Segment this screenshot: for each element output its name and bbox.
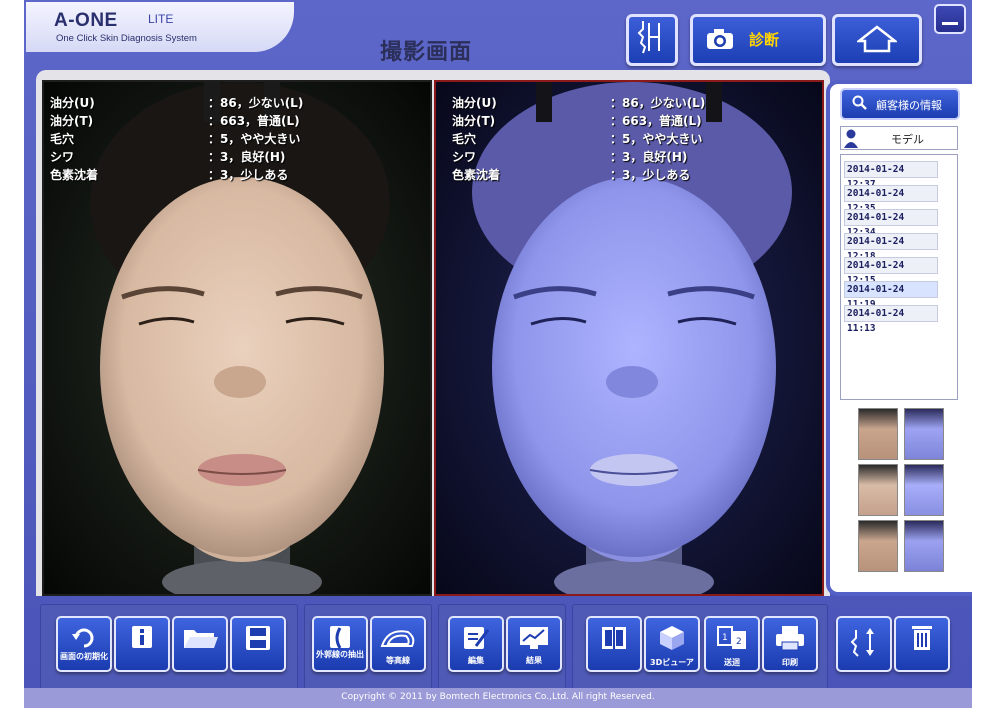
split-view-button[interactable] [586, 616, 642, 672]
metric-name: 油分(U) [50, 96, 95, 110]
contour-extract-button[interactable]: 外郭線の抽出 [312, 616, 368, 672]
metric-name: 色素沈着 [50, 168, 99, 182]
session-date-item[interactable]: 2014-01-24 12:35 [844, 185, 938, 214]
result-button[interactable]: 結果 [506, 616, 562, 672]
metric-value: ：3，少しある [610, 168, 691, 182]
svg-text:1: 1 [722, 633, 728, 643]
info-icon [132, 626, 152, 648]
metric-name: 油分(T) [50, 114, 94, 128]
transmit-label: 送迴 [724, 658, 740, 667]
edit-pencil-icon [464, 627, 490, 649]
metric-name: 油分(T) [452, 114, 496, 128]
session-date-list[interactable]: 2014-01-24 12:37 2014-01-24 12:35 2014-0… [840, 154, 958, 400]
metric-value: ：86，少ない(L) [208, 96, 304, 110]
print-button[interactable]: 印刷 [762, 616, 818, 672]
3d-viewer-label: 3Dビューア [650, 658, 694, 667]
delete-button[interactable] [894, 616, 950, 672]
metric-value: ：3，良好(H) [610, 150, 688, 164]
thumbnail-left-uv[interactable] [904, 408, 944, 460]
contour-extract-label: 外郭線の抽出 [316, 650, 364, 659]
save-button[interactable] [230, 616, 286, 672]
home-button[interactable] [832, 14, 922, 66]
metric-value: ：3，良好(H) [208, 150, 286, 164]
svg-text:2: 2 [736, 637, 742, 647]
metric-name: 毛穴 [50, 132, 75, 146]
metric-name: 色素沈着 [452, 168, 501, 182]
save-disk-icon [246, 626, 270, 650]
diagnose-button[interactable]: 診断 [690, 14, 826, 66]
brand-lite: LITE [148, 12, 174, 26]
thumbnail-front-uv[interactable] [904, 464, 944, 516]
brand-subtitle: One Click Skin Diagnosis System [56, 33, 197, 44]
diagnose-label: 診断 [749, 31, 780, 49]
search-icon [852, 95, 867, 110]
face-align-button[interactable] [836, 616, 892, 672]
metric-value: ：663，普通(L) [610, 114, 702, 128]
metric-name: 毛穴 [452, 132, 477, 146]
chart-monitor-icon [520, 627, 548, 649]
printer-icon [776, 626, 804, 651]
metric-value: ：5，やや大きい [610, 132, 703, 146]
minimize-icon [942, 22, 958, 25]
user-icon [844, 129, 858, 148]
contour-line-label: 等高線 [386, 656, 410, 665]
contour-map-icon [380, 630, 415, 647]
camera-icon [707, 29, 733, 49]
print-label: 印刷 [782, 658, 798, 667]
brand-logo: A-ONE LITE One Click Skin Diagnosis Syst… [26, 2, 294, 52]
copyright-text: Copyright © 2011 by Bomtech Electronics … [341, 692, 655, 702]
transmit-button[interactable]: 1 2 送迴 [704, 616, 760, 672]
metric-value: ：3，少しある [208, 168, 289, 182]
face-profile-icon [330, 626, 350, 649]
edit-label: 編集 [468, 656, 484, 665]
session-date-item[interactable]: 2014-01-24 12:34 [844, 209, 938, 238]
session-date-item[interactable]: 2014-01-24 11:13 [844, 305, 938, 334]
brand-title: A-ONE [54, 10, 118, 31]
session-date-item[interactable]: 2014-01-24 12:18 [844, 233, 938, 262]
session-date-item[interactable]: 2014-01-24 12:15 [844, 257, 938, 286]
result-label: 結果 [526, 656, 542, 665]
customer-side-panel: 顧客様の情報 モデル 2014-01-24 12:37 2014-01-24 1… [826, 80, 972, 596]
cube-icon [660, 626, 684, 650]
customer-info-label: 顧客様の情報 [876, 99, 942, 112]
face-guide-button[interactable] [626, 14, 678, 66]
face-align-icon [850, 628, 874, 657]
open-folder-button[interactable] [172, 616, 228, 672]
session-date-item[interactable]: 2014-01-24 12:37 [844, 161, 938, 190]
thumbnail-front-normal[interactable] [858, 464, 898, 516]
normal-light-photo[interactable]: 油分(U) ：86，少ない(L) 油分(T) ：663，普通(L) 毛穴 ：5，やや大… [42, 80, 432, 596]
customer-info-button[interactable]: 顧客様の情報 [840, 88, 960, 120]
metric-name: 油分(U) [452, 96, 497, 110]
metric-value: ：5，やや大きい [208, 132, 301, 146]
reset-screen-button[interactable]: 画面の初期化 [56, 616, 112, 672]
contour-line-button[interactable]: 等高線 [370, 616, 426, 672]
info-button[interactable] [114, 616, 170, 672]
refresh-icon [72, 628, 94, 648]
thumbnail-right-normal[interactable] [858, 520, 898, 572]
trash-icon [912, 626, 932, 650]
customer-name-field: モデル [840, 126, 958, 150]
split-view-icon [602, 627, 626, 649]
reset-screen-label: 画面の初期化 [60, 652, 108, 661]
metric-name: シワ [452, 150, 477, 164]
thumbnail-left-normal[interactable] [858, 408, 898, 460]
pages-1-2-icon: 1 2 [717, 626, 746, 649]
session-date-item[interactable]: 2014-01-24 11:19 [844, 281, 938, 310]
customer-name: モデル [891, 133, 924, 146]
app-window: A-ONE LITE One Click Skin Diagnosis Syst… [0, 0, 1000, 708]
3d-viewer-button[interactable]: 3Dビューア [644, 616, 700, 672]
face-guide-icon [637, 21, 660, 54]
metric-name: シワ [50, 150, 75, 164]
metric-value: ：86，少ない(L) [610, 96, 706, 110]
page-title: 撮影画面 [380, 40, 473, 65]
thumbnail-right-uv[interactable] [904, 520, 944, 572]
uv-light-photo[interactable]: 油分(U) ：86，少ない(L) 油分(T) ：663，普通(L) 毛穴 ：5，やや大… [434, 80, 824, 596]
metric-value: ：663，普通(L) [208, 114, 300, 128]
edit-button[interactable]: 編集 [448, 616, 504, 672]
home-icon [857, 25, 897, 53]
folder-icon [184, 630, 218, 648]
minimize-button[interactable] [934, 4, 966, 34]
footer: Copyright © 2011 by Bomtech Electronics … [24, 688, 972, 708]
